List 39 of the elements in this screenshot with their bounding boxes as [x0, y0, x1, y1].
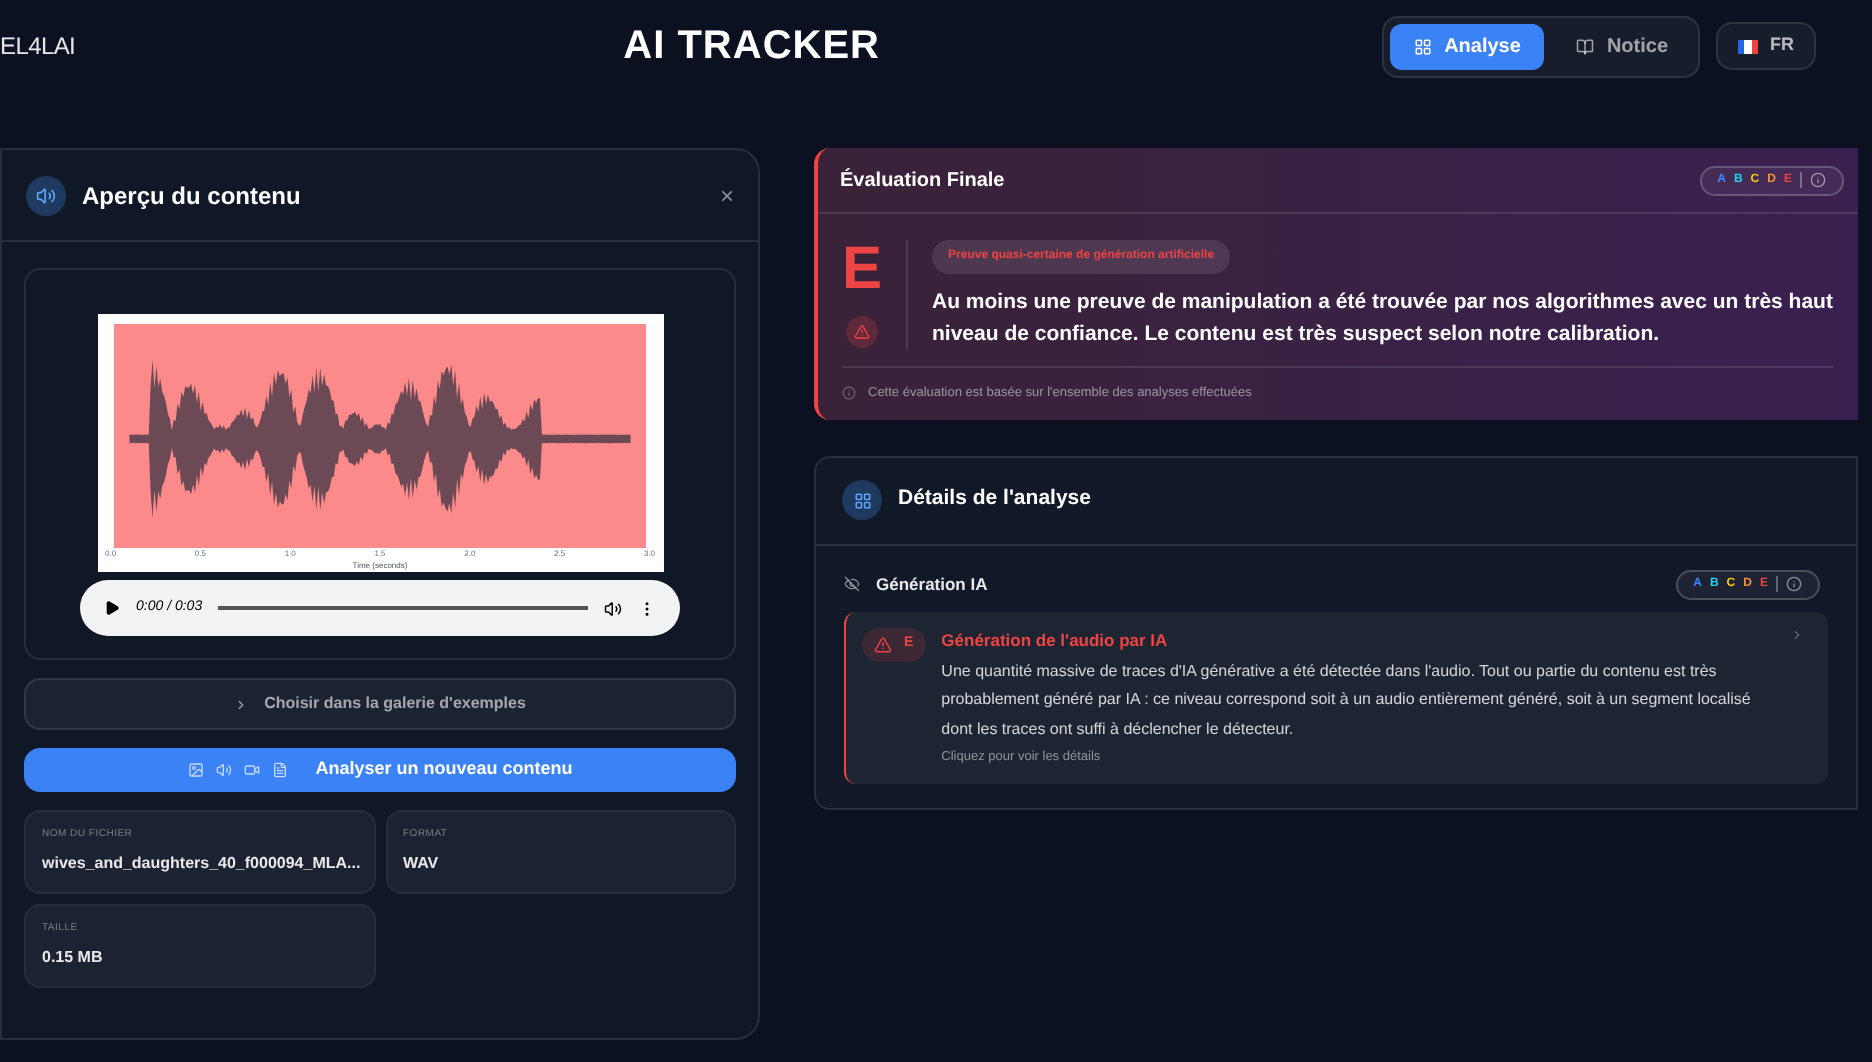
chevron-icon: [1790, 627, 1804, 642]
image-icon: [187, 762, 204, 778]
flag-icon: [1738, 39, 1758, 53]
panel-title: Aperçu du contenu: [82, 179, 301, 213]
info-icon[interactable]: [1810, 172, 1826, 188]
section-title: Génération IA: [876, 571, 988, 598]
result-text: Une quantité massive de traces d'IA générative a été détectée dans l'audio. Tout ou partie du contenu est très probablement généré par IA : ce niveau correspond soit à un audio entièrement généré, soit à un segment localisé dont les traces ont suffi à déclencher le détecteur.: [941, 659, 1753, 741]
card-title: Évaluation Finale: [840, 166, 1005, 195]
language-button[interactable]: FR: [1716, 22, 1816, 70]
result-item[interactable]: [844, 611, 1828, 784]
play-icon[interactable]: [104, 600, 120, 616]
info-value: 0.15 MB: [42, 945, 105, 970]
card-title: Détails de l'analyse: [898, 484, 1091, 515]
close-button[interactable]: ×: [719, 177, 734, 213]
info-value: WAV: [403, 851, 441, 876]
result-title: Génération de l'audio par IA: [941, 627, 1170, 653]
eye-off-icon: [844, 576, 860, 593]
nav-tab[interactable]: Analyse: [1390, 23, 1545, 69]
volume-icon[interactable]: [604, 599, 622, 617]
gallery-button[interactable]: Choisir dans la galerie d'exemples: [24, 678, 736, 730]
document-icon: [271, 762, 288, 778]
info-icon: [842, 386, 856, 401]
warning-icon: [874, 635, 892, 654]
chevron-icon: [234, 697, 249, 711]
book-icon: [1576, 37, 1595, 55]
grid-icon: [842, 480, 882, 521]
nav-tab[interactable]: Notice: [1552, 23, 1692, 69]
app-title: AI TRACKER: [623, 22, 882, 72]
grid-icon: [1414, 37, 1433, 55]
info-value: wives_and_daughters_40_f000094_MLA...: [42, 851, 357, 876]
verdict-text: Au moins une preuve de manipulation a été trouvée par nos algorithmes avec un très haut niveau de confiance. Le contenu est très suspect selon notre calibration.: [932, 288, 1834, 350]
info-icon[interactable]: [1786, 576, 1802, 593]
logo: EL4LAI: [0, 30, 76, 64]
speaker-icon: [215, 762, 232, 778]
video-icon: [243, 762, 260, 778]
grade-letter-large: E: [842, 240, 883, 300]
speaker-icon: [26, 175, 66, 215]
analyze-button[interactable]: Analyser un nouveau contenu: [24, 748, 736, 792]
warning-icon: [846, 316, 878, 348]
